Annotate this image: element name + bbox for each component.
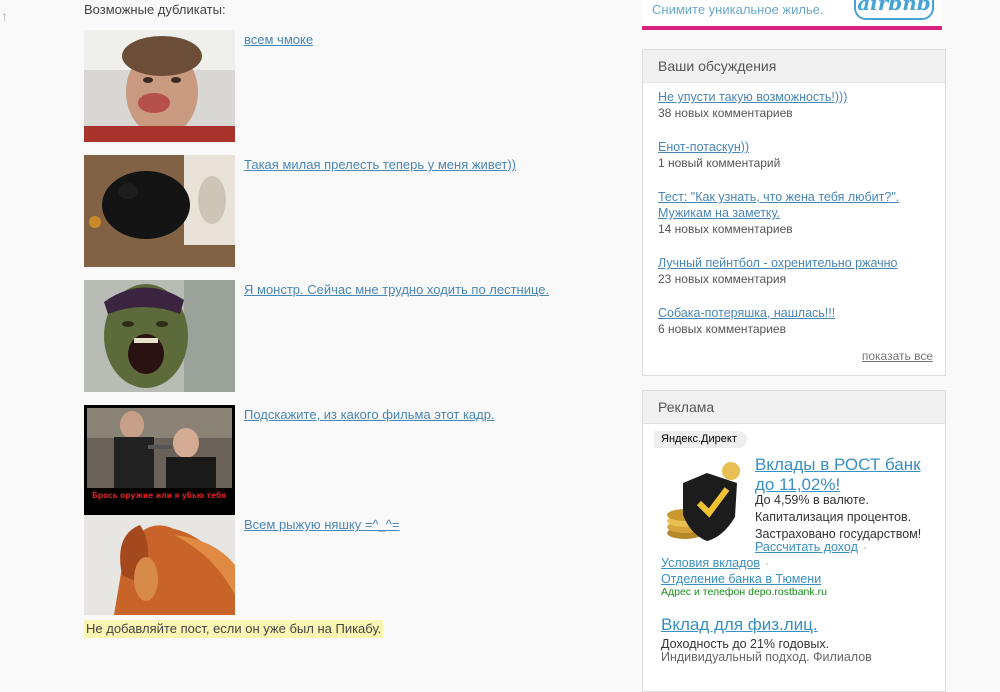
duplicate-thumbnail[interactable] bbox=[84, 280, 235, 392]
duplicate-thumbnail[interactable] bbox=[84, 30, 235, 142]
duplicates-heading: Возможные дубликаты: bbox=[84, 2, 226, 17]
banner-text[interactable]: Снимите уникальное жилье. bbox=[652, 2, 824, 17]
discussion-item: Лучный пейнтбол - охренительно ржачно 23… bbox=[658, 255, 930, 288]
discussions-list: Не упусти такую возможность!))) 38 новых… bbox=[643, 83, 945, 338]
discussion-count: 23 новых комментария bbox=[658, 272, 787, 286]
duplicate-thumbnail[interactable] bbox=[84, 155, 235, 267]
duplicate-item: Такая милая прелесть теперь у меня живет… bbox=[84, 155, 604, 267]
discussion-count: 14 новых комментариев bbox=[658, 222, 793, 236]
discussion-link[interactable]: Лучный пейнтбол - охренительно ржачно bbox=[658, 255, 930, 271]
ad-address-line[interactable]: Адрес и телефон depo.rostbank.ru bbox=[661, 586, 827, 598]
discussion-link[interactable]: Не упусти такую возможность!))) bbox=[658, 89, 930, 105]
duplicate-notice: Не добавляйте пост, если он уже был на П… bbox=[84, 620, 384, 638]
discussion-item: Не упусти такую возможность!))) 38 новых… bbox=[658, 89, 930, 122]
discussion-count: 6 новых комментариев bbox=[658, 322, 786, 336]
duplicate-link[interactable]: Подскажите, из какого фильма этот кадр. bbox=[244, 407, 495, 423]
ad2-more-text: Индивидуальный подход. Филиалов bbox=[661, 650, 872, 664]
discussion-item: Тест: "Как узнать, что жена тебя любит?"… bbox=[658, 189, 930, 238]
show-all-link[interactable]: показать все bbox=[862, 349, 933, 363]
duplicate-thumbnail[interactable]: Брось оружие или я убью тебя bbox=[84, 405, 235, 517]
ad-separator: · bbox=[765, 556, 769, 570]
ad-branch-link[interactable]: Отделение банка в Тюмени bbox=[661, 571, 821, 587]
duplicate-item: Я монстр. Сейчас мне трудно ходить по ле… bbox=[84, 280, 604, 392]
ad-description: До 4,59% в валюте. Капитализация процент… bbox=[755, 493, 922, 541]
thumb-caption: Брось оружие или я убью тебя bbox=[92, 491, 226, 500]
discussion-item: Енот-потаскун)) 1 новый комментарий bbox=[658, 139, 930, 172]
airbnb-logo[interactable]: airbnb bbox=[854, 0, 934, 20]
duplicate-item: всем чмоке bbox=[84, 30, 604, 142]
ad-separator: · bbox=[863, 540, 867, 554]
discussion-link[interactable]: Тест: "Как узнать, что жена тебя любит?"… bbox=[658, 189, 908, 221]
duplicate-item: Брось оружие или я убью тебя Подскажите,… bbox=[84, 405, 604, 517]
discussion-count: 1 новый комментарий bbox=[658, 156, 781, 170]
yandex-direct-badge[interactable]: Яндекс.Директ bbox=[654, 431, 747, 448]
discussions-widget: Ваши обсуждения Не упусти такую возможно… bbox=[642, 49, 946, 376]
discussions-title: Ваши обсуждения bbox=[643, 50, 945, 83]
ad-title-link[interactable]: Вклады в РОСТ банк до 11,02%! bbox=[755, 455, 935, 495]
airbnb-banner[interactable]: Снимите уникальное жилье. airbnb bbox=[642, 0, 942, 30]
scroll-up-arrow-icon[interactable]: ↑ bbox=[1, 9, 8, 23]
discussion-item: Собака-потеряшка, нашлась!!! 6 новых ком… bbox=[658, 305, 930, 338]
ads-widget: Реклама Яндекс.Директ Вклады в РОСТ банк… bbox=[642, 390, 946, 692]
duplicate-link[interactable]: всем чмоке bbox=[244, 32, 313, 48]
discussion-link[interactable]: Енот-потаскун)) bbox=[658, 139, 930, 155]
duplicate-thumbnail[interactable] bbox=[84, 515, 235, 615]
ad2-title-link[interactable]: Вклад для физ.лиц. bbox=[661, 615, 818, 635]
duplicate-item: Всем рыжую няшку =^_^= bbox=[84, 515, 604, 627]
ads-title: Реклама bbox=[643, 391, 945, 424]
duplicate-link[interactable]: Я монстр. Сейчас мне трудно ходить по ле… bbox=[244, 282, 549, 298]
ad-terms-link[interactable]: Условия вкладов bbox=[661, 555, 760, 571]
ad-image[interactable] bbox=[661, 455, 751, 545]
ad-calc-link[interactable]: Рассчитать доход bbox=[755, 539, 858, 555]
discussion-link[interactable]: Собака-потеряшка, нашлась!!! bbox=[658, 305, 930, 321]
duplicate-link[interactable]: Такая милая прелесть теперь у меня живет… bbox=[244, 157, 516, 173]
discussion-count: 38 новых комментариев bbox=[658, 106, 793, 120]
duplicate-link[interactable]: Всем рыжую няшку =^_^= bbox=[244, 517, 399, 533]
